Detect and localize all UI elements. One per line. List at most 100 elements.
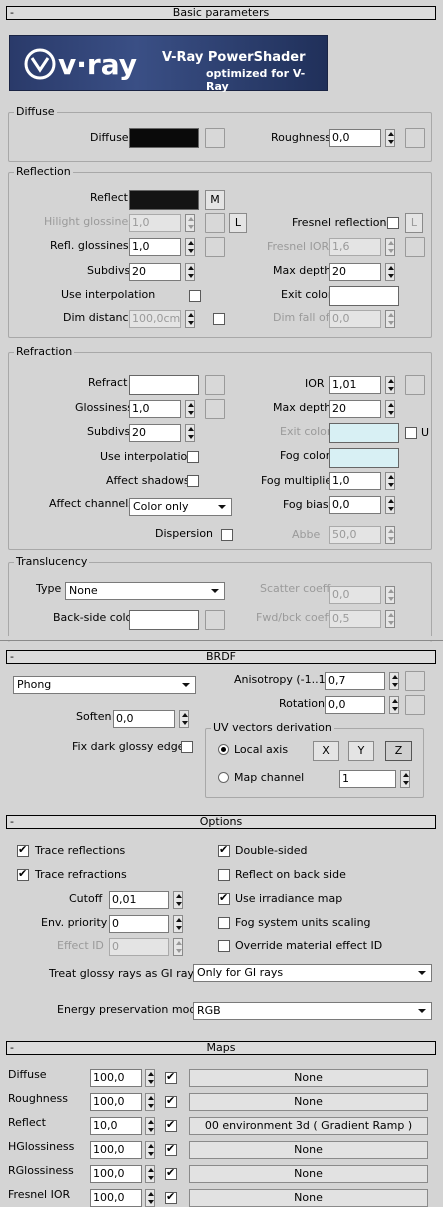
trace-reflections-checkbox[interactable] (17, 843, 29, 857)
effect-id-spinner[interactable] (173, 938, 183, 956)
back-side-color-swatch[interactable] (129, 610, 199, 630)
glossiness-spinner[interactable] (185, 400, 195, 418)
fog-units-checkbox[interactable] (218, 917, 230, 929)
translucency-type-dropdown[interactable]: None (65, 582, 225, 600)
refr-subdivs-input[interactable]: 20 (129, 424, 181, 442)
map-amount-spinner[interactable] (145, 1117, 155, 1135)
map-amount-input[interactable]: 100,0 (90, 1141, 142, 1159)
refr-max-depth-spinner[interactable] (385, 400, 395, 418)
map-slot-button[interactable]: 00 environment 3d ( Gradient Ramp ) (189, 1117, 428, 1135)
roughness-spinner[interactable] (385, 129, 395, 147)
hilight-lock-button[interactable]: L (229, 213, 247, 233)
cutoff-input[interactable]: 0,01 (109, 891, 169, 909)
map-amount-spinner[interactable] (145, 1165, 155, 1183)
energy-preservation-dropdown[interactable]: RGB (193, 1002, 432, 1020)
back-side-map-button[interactable] (205, 610, 225, 630)
roughness-input[interactable]: 0,0 (329, 129, 381, 147)
map-channel-radio[interactable] (218, 772, 229, 783)
map-enable-checkbox[interactable] (165, 1142, 177, 1156)
map-channel-spinner[interactable] (400, 770, 410, 788)
refr-exit-checkbox[interactable] (405, 427, 417, 439)
map-slot-button[interactable]: None (189, 1093, 428, 1111)
double-sided-checkbox[interactable] (218, 843, 230, 857)
maps-rollout-header[interactable]: - Maps (6, 1041, 436, 1055)
env-priority-input[interactable]: 0 (109, 915, 169, 933)
anisotropy-spinner[interactable] (389, 672, 399, 690)
dim-distance-checkbox[interactable] (213, 313, 225, 325)
map-amount-spinner[interactable] (145, 1069, 155, 1087)
hilight-glossiness-input[interactable]: 1,0 (129, 214, 181, 232)
exit-color-swatch[interactable] (329, 286, 399, 306)
refract-color-swatch[interactable] (129, 375, 199, 395)
reflect-color-swatch[interactable] (129, 190, 199, 210)
affect-shadows-checkbox[interactable] (187, 475, 199, 487)
refl-glossiness-spinner[interactable] (185, 238, 195, 256)
map-enable-checkbox[interactable] (165, 1118, 177, 1132)
roughness-map-button[interactable] (405, 128, 425, 148)
map-amount-input[interactable]: 100,0 (90, 1093, 142, 1111)
map-amount-spinner[interactable] (145, 1141, 155, 1159)
reflect-back-side-checkbox[interactable] (218, 869, 230, 881)
fresnel-reflections-checkbox[interactable] (387, 217, 399, 229)
ior-map-button[interactable] (405, 375, 425, 395)
options-rollout-header[interactable]: - Options (6, 815, 436, 829)
map-amount-spinner[interactable] (145, 1093, 155, 1111)
fresnel-ior-input[interactable]: 1,6 (329, 238, 381, 256)
use-irradiance-map-checkbox[interactable] (218, 891, 230, 905)
refr-subdivs-spinner[interactable] (185, 424, 195, 442)
fwd-bck-coeff-spinner[interactable] (385, 610, 395, 628)
axis-x-button[interactable]: X (313, 741, 339, 761)
subdivs-spinner[interactable] (185, 263, 195, 281)
map-amount-input[interactable]: 100,0 (90, 1189, 142, 1207)
map-amount-input[interactable]: 100,0 (90, 1165, 142, 1183)
map-amount-input[interactable]: 10,0 (90, 1117, 142, 1135)
dispersion-checkbox[interactable] (221, 529, 233, 541)
diffuse-color-swatch[interactable] (129, 128, 199, 148)
map-enable-checkbox[interactable] (165, 1190, 177, 1204)
dim-falloff-spinner[interactable] (385, 310, 395, 328)
glossiness-input[interactable]: 1,0 (129, 400, 181, 418)
axis-z-button[interactable]: Z (385, 741, 412, 761)
glossy-gi-dropdown[interactable]: Only for GI rays (193, 964, 432, 982)
fog-color-swatch[interactable] (329, 448, 399, 468)
fog-multiplier-input[interactable]: 1,0 (329, 472, 381, 490)
rotation-spinner[interactable] (389, 696, 399, 714)
affect-channels-dropdown[interactable]: Color only (129, 498, 232, 516)
max-depth-spinner[interactable] (385, 263, 395, 281)
brdf-rollout-header[interactable]: - BRDF (6, 650, 436, 664)
anisotropy-map-button[interactable] (405, 671, 425, 691)
fog-bias-spinner[interactable] (385, 496, 395, 514)
abbe-spinner[interactable] (385, 526, 395, 544)
cutoff-spinner[interactable] (173, 891, 183, 909)
map-slot-button[interactable]: None (189, 1189, 428, 1207)
fog-bias-input[interactable]: 0,0 (329, 496, 381, 514)
fresnel-lock-button[interactable]: L (405, 213, 423, 233)
refr-max-depth-input[interactable]: 20 (329, 400, 381, 418)
scatter-coeff-input[interactable]: 0,0 (329, 586, 381, 604)
map-enable-checkbox[interactable] (165, 1094, 177, 1108)
effect-id-input[interactable]: 0 (109, 938, 169, 956)
map-slot-button[interactable]: None (189, 1141, 428, 1159)
diffuse-map-button[interactable] (205, 128, 225, 148)
map-slot-button[interactable]: None (189, 1069, 428, 1087)
rotation-input[interactable]: 0,0 (325, 696, 385, 714)
override-effect-id-checkbox[interactable] (218, 940, 230, 952)
fresnel-ior-map-button[interactable] (405, 237, 425, 257)
axis-y-button[interactable]: Y (348, 741, 374, 761)
refract-map-button[interactable] (205, 375, 225, 395)
refl-glossiness-input[interactable]: 1,0 (129, 238, 181, 256)
fix-dark-glossy-checkbox[interactable] (181, 741, 193, 753)
map-slot-button[interactable]: None (189, 1165, 428, 1183)
subdivs-input[interactable]: 20 (129, 263, 181, 281)
map-enable-checkbox[interactable] (165, 1070, 177, 1084)
ior-spinner[interactable] (385, 376, 395, 394)
hilight-glossiness-spinner[interactable] (185, 214, 195, 232)
dim-distance-input[interactable]: 100,0cm (129, 310, 181, 328)
fresnel-ior-spinner[interactable] (385, 238, 395, 256)
refl-glossiness-map-button[interactable] (205, 237, 225, 257)
refr-use-interpolation-checkbox[interactable] (187, 451, 199, 463)
hilight-map-button[interactable] (205, 213, 225, 233)
ior-input[interactable]: 1,01 (329, 376, 381, 394)
map-channel-input[interactable]: 1 (339, 770, 396, 788)
rotation-map-button[interactable] (405, 695, 425, 715)
